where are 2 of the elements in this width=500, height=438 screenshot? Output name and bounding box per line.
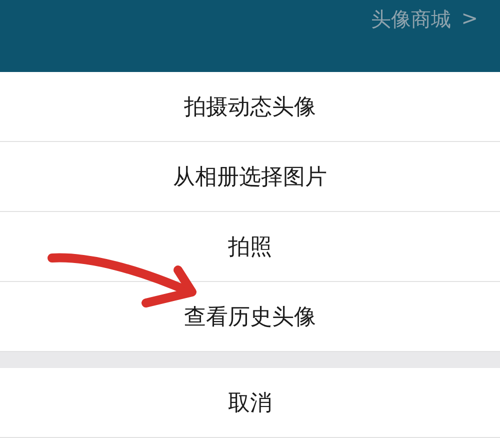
cancel-button[interactable]: 取消 — [0, 368, 500, 438]
chevron-icon: > — [461, 6, 478, 30]
